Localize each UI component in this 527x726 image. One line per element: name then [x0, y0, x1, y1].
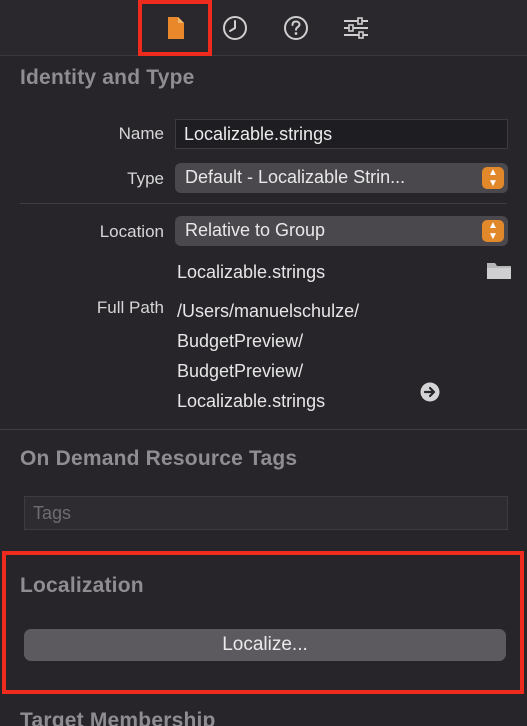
- type-label: Type: [127, 169, 164, 188]
- full-path-line: Localizable.strings: [177, 391, 326, 411]
- localize-button[interactable]: Localize...: [24, 629, 506, 661]
- divider: [20, 203, 507, 204]
- divider: [0, 429, 527, 430]
- full-path-label: Full Path: [96, 298, 164, 317]
- name-field[interactable]: Localizable.strings: [175, 119, 508, 149]
- tags-field[interactable]: Tags: [24, 496, 508, 530]
- on-demand-section-title: On Demand Resource Tags: [20, 447, 298, 470]
- popup-arrows-icon: ▲ ▼: [482, 167, 504, 189]
- name-label: Name: [118, 124, 164, 143]
- full-path-line: BudgetPreview/: [177, 361, 304, 381]
- location-popup-value: Relative to Group: [185, 220, 326, 240]
- folder-icon[interactable]: [486, 260, 512, 285]
- inspector-toolbar: [0, 0, 527, 56]
- identity-section-title: Identity and Type: [20, 66, 195, 89]
- full-path-value: /Users/manuelschulze/ BudgetPreview/ Bud…: [177, 296, 359, 416]
- location-popup[interactable]: Relative to Group ▲ ▼: [175, 216, 508, 246]
- location-file-name: Localizable.strings: [177, 262, 326, 282]
- history-icon[interactable]: [213, 6, 257, 50]
- localization-section-title: Localization: [20, 574, 144, 597]
- location-label: Location: [99, 222, 164, 241]
- help-icon[interactable]: [274, 6, 318, 50]
- type-popup[interactable]: Default - Localizable Strin... ▲ ▼: [175, 163, 508, 193]
- target-membership-section-title: Target Membership: [20, 709, 216, 726]
- full-path-line: /Users/manuelschulze/: [177, 301, 360, 321]
- popup-arrows-icon: ▲ ▼: [482, 220, 504, 242]
- full-path-line: BudgetPreview/: [177, 331, 304, 351]
- type-popup-value: Default - Localizable Strin...: [185, 167, 406, 187]
- file-inspector-highlight: [138, 0, 212, 56]
- attributes-icon[interactable]: [334, 6, 378, 50]
- localization-highlight: [2, 551, 524, 694]
- reveal-arrow-icon[interactable]: [420, 382, 440, 407]
